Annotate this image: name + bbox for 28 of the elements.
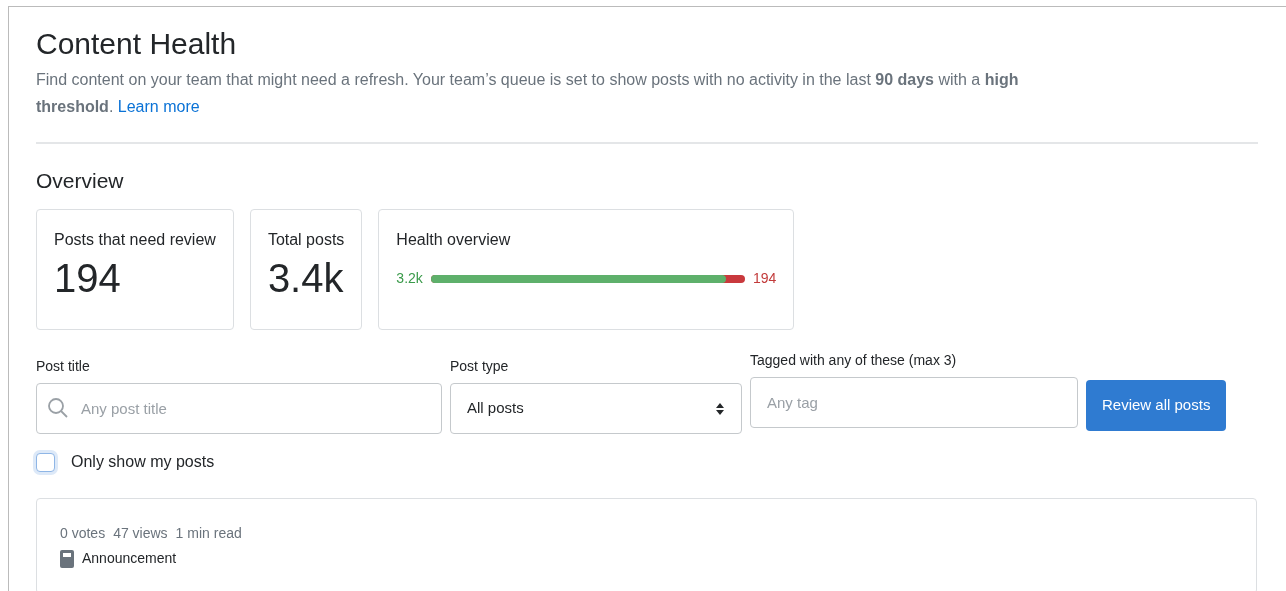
stat-label: Total posts <box>267 230 345 251</box>
search-field[interactable]: Any post title <box>36 383 442 435</box>
stat-label: Posts that need review <box>54 230 216 251</box>
stat-label: Health overview <box>396 230 512 251</box>
page-title: Content Health <box>36 27 238 60</box>
post-type-select[interactable]: All posts <box>450 383 742 435</box>
post-meta: 1 min read <box>175 524 242 544</box>
checkbox[interactable] <box>36 452 55 472</box>
description-text: Find content on your team that might need a refresh. Your team’s queue is set to show posts with no activity in the last 90 days with a high threshold. Learn more <box>36 70 1020 117</box>
section-title: Overview <box>36 168 125 194</box>
review-count: 194 <box>753 269 777 289</box>
stat-value: 194 <box>54 258 122 299</box>
search-icon <box>47 397 69 420</box>
post-meta: 0 votes <box>60 524 106 544</box>
field-label: Tagged with any of these (max 3) <box>750 351 958 371</box>
sort-arrows-icon <box>715 401 725 416</box>
post-type: Announcement <box>82 549 177 569</box>
review-all-button[interactable]: Review all posts <box>1086 380 1227 432</box>
stat-value: 3.4k <box>267 258 345 299</box>
checkbox-label: Only show my posts <box>71 452 215 473</box>
field-label: Post title <box>36 357 91 377</box>
select-value: All posts <box>467 398 524 419</box>
field-label: Post type <box>450 357 510 377</box>
learn-more-link[interactable]: Learn more <box>117 98 200 115</box>
post-meta: 47 views <box>113 524 168 544</box>
healthy-count: 3.2k <box>396 269 423 289</box>
document-icon <box>60 549 74 568</box>
tag-field[interactable]: Any tag <box>750 377 1078 429</box>
